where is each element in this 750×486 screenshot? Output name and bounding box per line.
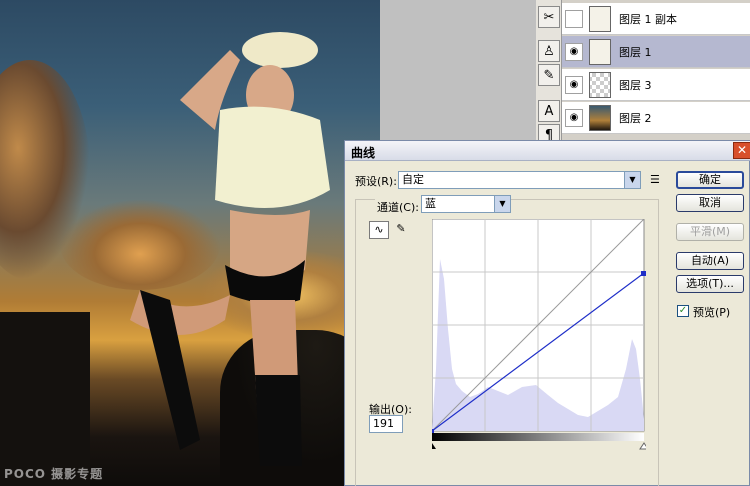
eye-icon[interactable]: ◉	[565, 75, 583, 94]
curve-point[interactable]	[641, 271, 646, 276]
model-figure	[130, 32, 330, 466]
output-field[interactable]: 191	[369, 415, 403, 433]
pencil-icon[interactable]: ✎	[391, 221, 411, 239]
layer-row[interactable]: ◉ 图层 2	[562, 102, 750, 134]
ok-button[interactable]: 确定	[676, 171, 744, 189]
preset-label: 预设(R):	[355, 175, 397, 188]
layer-thumbnail	[589, 104, 611, 131]
curves-graph[interactable]	[432, 219, 646, 455]
auto-button[interactable]: 自动(A)	[676, 252, 744, 270]
channel-value: 蓝	[425, 197, 436, 210]
chevron-down-icon[interactable]: ▼	[624, 172, 640, 188]
chevron-down-icon[interactable]: ▼	[494, 196, 510, 212]
input-gradient-bar	[432, 433, 644, 441]
layer-row[interactable]: ◉ 图层 1	[562, 36, 750, 68]
channel-label: 通道(C):	[375, 199, 421, 215]
city-silhouette	[0, 312, 90, 486]
layer-thumbnail	[589, 38, 611, 65]
black-point-slider[interactable]	[432, 443, 436, 449]
layer-name: 图层 3	[619, 78, 652, 92]
layer-row[interactable]: 图层 1 副本	[562, 3, 750, 35]
visibility-toggle[interactable]	[565, 9, 583, 28]
dialog-title: 曲线	[351, 146, 376, 160]
layer-name: 图层 1 副本	[619, 12, 677, 26]
options-button[interactable]: 选项(T)...	[676, 275, 744, 293]
white-point-slider[interactable]	[639, 442, 646, 450]
watermark-text: POCO 摄影专题	[4, 467, 104, 481]
workspace-background	[380, 0, 536, 140]
layer-name: 图层 1	[619, 45, 652, 59]
type-icon[interactable]: A	[538, 100, 560, 122]
dialog-title-bar[interactable]: 曲线 ✕	[345, 141, 750, 161]
brush-icon[interactable]: ✎	[538, 64, 560, 86]
close-button[interactable]: ✕	[733, 142, 750, 159]
layer-thumbnail	[589, 5, 611, 32]
smooth-button[interactable]: 平滑(M)	[676, 223, 744, 241]
preset-value: 自定	[402, 173, 424, 186]
curve-point-tool-icon[interactable]: ∿	[369, 221, 389, 239]
curve-point[interactable]	[432, 429, 434, 433]
stamp-icon[interactable]: ♙	[538, 40, 560, 62]
preset-options-icon[interactable]: ☰	[650, 173, 660, 186]
scissors-icon[interactable]: ✂	[538, 6, 560, 28]
photo-canvas[interactable]: POCO 摄影专题	[0, 0, 380, 486]
channel-dropdown[interactable]: 蓝 ▼	[421, 195, 511, 213]
tool-strip: ✂ ♙ ✎ A ¶	[536, 0, 562, 146]
layer-thumbnail	[589, 71, 611, 98]
layer-row[interactable]: ◉ 图层 3	[562, 69, 750, 101]
cancel-button[interactable]: 取消	[676, 194, 744, 212]
layer-name: 图层 2	[619, 111, 652, 125]
preset-dropdown[interactable]: 自定 ▼	[398, 171, 641, 189]
eye-icon[interactable]: ◉	[565, 42, 583, 61]
eye-icon[interactable]: ◉	[565, 108, 583, 127]
preview-checkbox[interactable]: ✓	[677, 305, 689, 317]
curves-dialog: 曲线 ✕ 预设(R): 自定 ▼ ☰ 通道(C): 蓝 ▼ ∿ ✎ 输出(O):…	[344, 140, 750, 486]
preview-label: 预览(P)	[693, 306, 731, 319]
